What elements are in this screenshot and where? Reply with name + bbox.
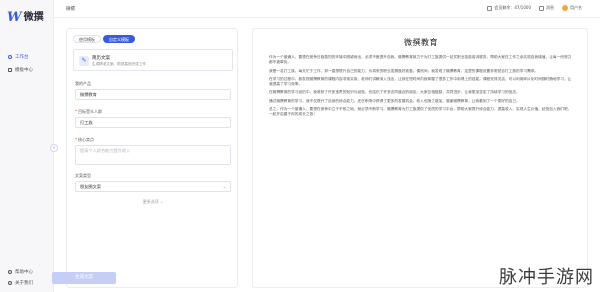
header-actions: 会员剩余：47/1000 消息 用户名 [487, 5, 582, 11]
more-options-link[interactable]: 更多选项 ⌄ [67, 199, 239, 205]
generate-button[interactable]: 生成文案 [52, 272, 116, 284]
template-name: 简历文案 [92, 56, 110, 61]
chevron-down-icon: ⌄ [222, 184, 226, 189]
app-logo[interactable]: W 微撰 [7, 11, 44, 25]
collapse-sidebar-button[interactable]: ‹ [50, 144, 58, 152]
sidebar-item-help[interactable]: 帮助中心 [4, 267, 50, 277]
header-title: 微撰 [66, 7, 75, 12]
messages-label: 消息 [546, 5, 554, 10]
template-card[interactable]: ✎ 简历文案 生成精准文案，助您高效完成工作 [73, 49, 233, 71]
document-paragraph: 在微撰教育的学习经历中，我收获了许多宝贵的知识与经验，也结识了许多志同道合的朋友… [269, 90, 520, 95]
username-label: 用户名 [570, 5, 582, 10]
document-paragraph: 总之，作为一个普通人，要想在竞争中立于不败之地，就必须不断学习。微撰教育为打工族… [269, 107, 572, 117]
document-title: 微撰教育 [404, 38, 438, 47]
document-panel: 微撰教育 作为一个普通人，要想在竞争日趋激烈的环境中脱颖而出，必须不断提升自我。… [252, 28, 588, 288]
info-icon [8, 281, 12, 285]
logo-text: 微撰 [23, 12, 44, 23]
form-panel: 使用模板 自定义模板 ✎ 简历文案 生成精准文案，助您高效完成工作 我的产品 微… [66, 28, 238, 288]
quota-indicator[interactable]: 会员剩余：47/1000 [487, 5, 531, 11]
sidebar-item-label: 模板中心 [15, 68, 33, 73]
audience-input[interactable]: 打工族 [75, 117, 231, 128]
messages-button[interactable]: 消息 [539, 5, 554, 11]
logo-mark: W [7, 10, 22, 25]
copy-type-value: 朋友圈文案 [80, 184, 101, 189]
sidebar-item-about[interactable]: 关于我们 [4, 278, 50, 288]
workbench-icon [8, 55, 12, 59]
avatar [562, 5, 568, 11]
quota-label: 会员剩余：47/1000 [494, 5, 531, 10]
document-paragraph: 通过微撰教育的学习，我不仅提升了自身的综合能力，还在职场中获得了更多的发展机会，… [269, 98, 520, 103]
selling-point-label: *核心卖点 [75, 137, 94, 142]
selling-point-placeholder: 提高个人综合能力提升收入 [80, 148, 131, 153]
document-paragraph: 在学习的过程中，我发现微撰教育的课程内容非常实用，老师们讲解深入浅出，让我在短时… [269, 76, 572, 87]
sidebar-item-label: 工作台 [15, 55, 29, 60]
copy-type-label: 文案类型 [75, 173, 91, 178]
user-menu[interactable]: 用户名 [562, 5, 582, 11]
sidebar-item-label: 关于我们 [15, 281, 33, 286]
help-icon [8, 270, 12, 274]
document-paragraph: 作为一个普通人，要想在竞争日趋激烈的环境中脱颖而出，必须不断提升自我。微撰教育致… [269, 55, 572, 65]
sidebar-item-label: 帮助中心 [15, 270, 33, 275]
bell-icon [539, 5, 544, 11]
tab-custom-template[interactable]: 自定义模板 [103, 35, 135, 43]
document-paragraph: 我是一名打工族，每天忙于工作，却一直想提升自己的能力，为将来的职业发展做好准备。… [269, 68, 539, 73]
mode-tabs: 使用模板 自定义模板 [73, 35, 135, 43]
template-icon [8, 68, 12, 72]
copy-type-select[interactable]: 朋友圈文案 ⌄ [75, 181, 231, 192]
product-input[interactable]: 微撰教育 [75, 89, 231, 100]
top-header: 微撰 会员剩余：47/1000 消息 用户名 [54, 0, 600, 18]
template-description: 生成精准文案，助您高效完成工作 [92, 62, 146, 66]
sidebar-item-templates[interactable]: 模板中心 [4, 65, 50, 75]
product-label: 我的产品 [75, 81, 91, 86]
sidebar-item-workbench[interactable]: 工作台 [4, 52, 50, 62]
selling-point-textarea[interactable]: 提高个人综合能力提升收入 [75, 145, 231, 165]
watermark: 脉冲手游网 [499, 267, 594, 288]
document-body[interactable]: 作为一个普通人，要想在竞争日趋激烈的环境中脱颖而出，必须不断提升自我。微撰教育致… [269, 55, 573, 121]
tab-use-template[interactable]: 使用模板 [73, 35, 101, 43]
pencil-icon: ✎ [79, 56, 89, 66]
sidebar: W 微撰 工作台 模板中心 帮助中心 关于我们 [0, 0, 54, 292]
quota-icon [487, 5, 493, 11]
audience-label: *目标受众人群 [75, 109, 102, 114]
